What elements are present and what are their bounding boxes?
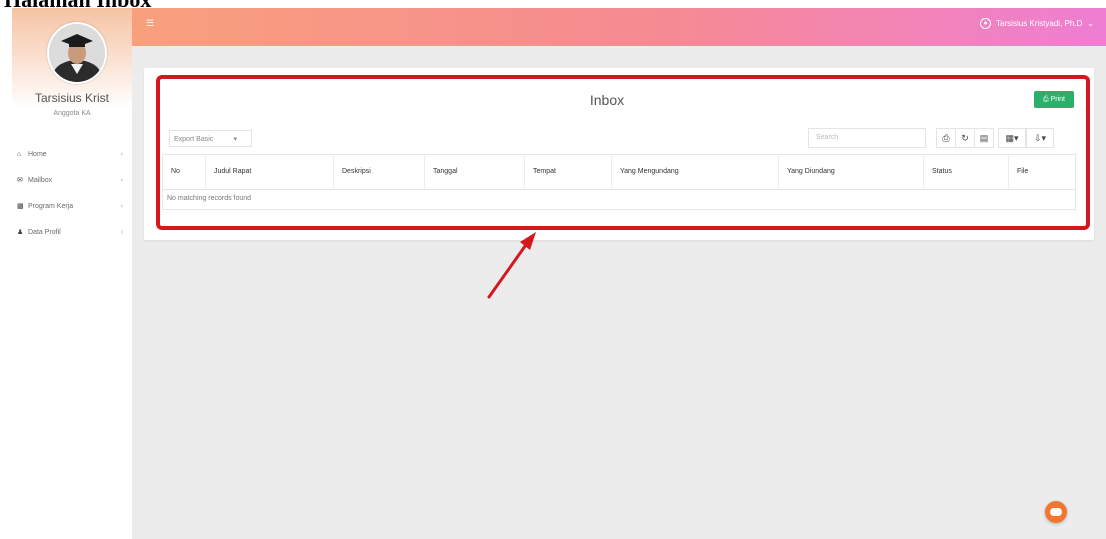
column-header[interactable]: Yang Mengundang [612,155,779,189]
user-icon: ♟ [17,229,24,236]
sidebar: Tarsisius Krist Anggota KA ⌂ Home ‹ ✉ Ma… [12,8,132,539]
toggle-columns-icon: ▤ [979,133,989,143]
sidebar-item-home[interactable]: ⌂ Home ‹ [12,148,132,174]
column-header[interactable]: Judul Rapat [206,155,334,189]
user-circle-icon: ● [980,18,992,29]
column-header[interactable]: File [1009,155,1075,189]
avatar [47,22,107,84]
chevron-down-icon: ⌄ [1087,19,1094,28]
hamburger-icon[interactable]: ☰ [146,18,154,29]
header-divider [163,189,1075,190]
column-header[interactable]: Status [924,155,1009,189]
print-button[interactable]: ⎙ Print [1034,91,1074,108]
sidebar-item-label: Data Profil [28,229,61,236]
column-header[interactable]: Tempat [525,155,612,189]
chat-button[interactable] [1045,501,1067,523]
export-icon: ⇩▾ [1033,133,1047,143]
chevron-left-icon: ‹ [120,203,123,210]
sidebar-item-data-profil[interactable]: ♟ Data Profil ‹ [12,226,132,252]
bar-chart-icon: ▩ [17,203,24,210]
export-dropdown[interactable]: ⇩▾ [1026,128,1054,148]
column-header[interactable]: No [163,155,206,189]
refresh-button[interactable]: ↻ [955,128,975,148]
chevron-left-icon: ‹ [120,229,123,236]
toggle-button[interactable]: ▤ [974,128,994,148]
chevron-left-icon: ‹ [120,177,123,184]
chevron-left-icon: ‹ [120,151,123,158]
chat-icon [1050,508,1062,516]
user-menu[interactable]: ● Tarsisius Kristyadi, Ph.D ⌄ [980,18,1094,29]
print-button-label: Print [1050,96,1065,103]
sidebar-item-label: Home [28,151,47,158]
column-header[interactable]: Deskripsi [334,155,425,189]
print-table-button[interactable]: ⎙ [936,128,956,148]
export-select[interactable]: Export Basic ▾ [169,130,252,147]
print-icon: ⎙ [942,133,950,143]
avatar-image [49,24,105,82]
envelope-icon: ✉ [17,177,23,184]
sidebar-item-label: Program Kerja [28,203,74,210]
column-header[interactable]: Yang Diundang [779,155,924,189]
top-navbar: ☰ ● Tarsisius Kristyadi, Ph.D ⌄ [132,8,1106,46]
empty-message: No matching records found [167,195,252,202]
arrow-icon [487,232,536,299]
chevron-down-icon: ▾ [233,136,237,143]
header-user-name: Tarsisius Kristyadi, Ph.D [996,19,1083,28]
refresh-icon: ↻ [961,133,969,143]
inbox-table: No Judul Rapat Deskripsi Tanggal Tempat … [162,154,1076,210]
search-input[interactable]: Search [808,128,926,148]
sidebar-user-name: Tarsisius Krist [34,91,109,105]
export-select-value: Export Basic [174,136,214,143]
sidebar-menu: ⌂ Home ‹ ✉ Mailbox ‹ ▩ Program Kerja ‹ ♟… [12,148,132,252]
home-icon: ⌂ [17,151,22,158]
columns-dropdown[interactable]: ▦▾ [998,128,1026,148]
columns-icon: ▦▾ [1005,133,1019,143]
sidebar-item-program-kerja[interactable]: ▩ Program Kerja ‹ [12,200,132,226]
main-content: Inbox ⎙ Print Export Basic ▾ Search ⎙ ↻ … [132,46,1106,539]
column-header[interactable]: Tanggal [425,155,525,189]
sidebar-item-mailbox[interactable]: ✉ Mailbox ‹ [12,174,132,200]
sidebar-item-label: Mailbox [28,177,53,184]
sidebar-user-role: Anggota KA [53,110,91,117]
page-title: Inbox [589,92,625,108]
